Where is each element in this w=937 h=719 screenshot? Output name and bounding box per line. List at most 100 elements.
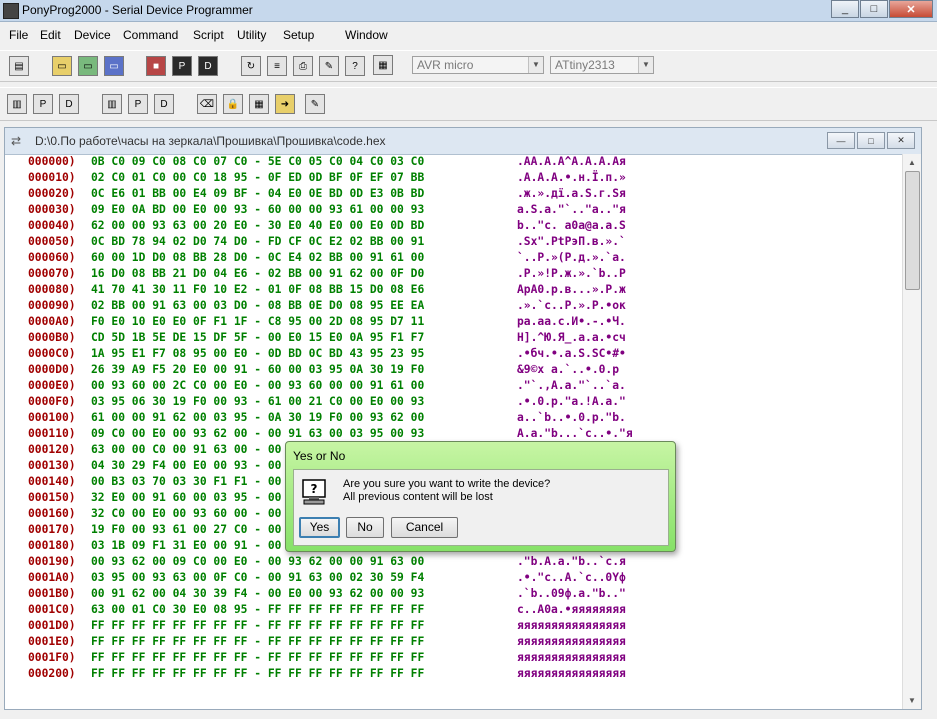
open-program-icon[interactable]: ▭ <box>78 56 98 76</box>
lock-icon[interactable]: 🔒 <box>223 94 243 114</box>
menu-device[interactable]: Device <box>74 28 111 42</box>
edit-buffer-icon[interactable]: ≡ <box>267 56 287 76</box>
hex-bytes: 60 00 1D D0 08 BB 28 D0 - 0C E4 02 BB 00… <box>91 251 425 264</box>
svg-text:?: ? <box>311 482 318 496</box>
save-icon[interactable]: ■ <box>146 56 166 76</box>
hex-bytes: 0B C0 09 C0 08 C0 07 C0 - 5E C0 05 C0 04… <box>91 155 425 168</box>
hex-addr: 0001B0) <box>28 587 76 600</box>
hex-addr: 000160) <box>28 507 76 520</box>
open-file-icon[interactable]: ▭ <box>52 56 72 76</box>
hex-ascii: b.."c. а0а@а.а.Ѕ <box>517 219 626 232</box>
config-bits-icon[interactable]: ▦ <box>249 94 269 114</box>
write-all-icon[interactable]: ▥ <box>102 94 122 114</box>
hex-bytes: 41 70 41 30 11 F0 10 E2 - 01 0F 08 BB 15… <box>91 283 425 296</box>
erase-icon[interactable]: ⌫ <box>197 94 217 114</box>
window-controls: _ □ ✕ <box>830 0 933 18</box>
save-data-icon[interactable]: D <box>198 56 218 76</box>
hex-addr: 0001D0) <box>28 619 76 632</box>
hex-addr: 0001A0) <box>28 571 76 584</box>
hex-ascii: ра.аа.с.И•.-.•Ч. <box>517 315 626 328</box>
scroll-up-icon[interactable]: ▲ <box>903 154 921 171</box>
properties-icon[interactable]: ▤ <box>9 56 29 76</box>
device-type-select[interactable]: ATtiny2313 ▼ <box>550 56 654 74</box>
menu-setup[interactable]: Setup <box>283 28 314 42</box>
hex-ascii: c..A0а.•яяяяяяяя <box>517 603 626 616</box>
menu-bar: File Edit Device Command Script Utility … <box>0 26 937 46</box>
title-bar: PonyProg2000 - Serial Device Programmer … <box>0 0 937 22</box>
doc-minimize-button[interactable]: — <box>827 132 855 149</box>
cancel-button[interactable]: Cancel <box>391 517 458 538</box>
device-family-select[interactable]: AVR micro ▼ <box>412 56 544 74</box>
document-path: D:\0.По работе\часы на зеркала\Прошивка\… <box>35 134 386 148</box>
hex-addr: 0001E0) <box>28 635 76 648</box>
dialog-warning: All previous content will be lost <box>343 491 493 503</box>
menu-command[interactable]: Command <box>123 28 178 42</box>
read-all-icon[interactable]: ▥ <box>7 94 27 114</box>
hex-ascii: ApA0.р.в...».Р.ж <box>517 283 626 296</box>
command-toolbar: ▥ P D ▥ P D ⌫ 🔒 ▦ ➜ ✎ <box>0 87 937 200</box>
write-program-icon[interactable]: P <box>128 94 148 114</box>
hex-bytes: 09 C0 00 E0 00 93 62 00 - 00 91 63 00 03… <box>91 427 425 440</box>
dialog-message: Are you sure you want to write the devic… <box>343 478 551 490</box>
help-icon[interactable]: ? <box>345 56 365 76</box>
hex-addr: 000030) <box>28 203 76 216</box>
hex-addr: 0000D0) <box>28 363 76 376</box>
yes-button[interactable]: Yes <box>299 517 340 538</box>
hex-bytes: 63 00 01 C0 30 E0 08 95 - FF FF FF FF FF… <box>91 603 425 616</box>
menu-utility[interactable]: Utility <box>237 28 266 42</box>
hex-addr: 000020) <box>28 187 76 200</box>
chip-icon: ▦ <box>373 55 393 75</box>
hex-addr: 0000E0) <box>28 379 76 392</box>
close-button[interactable]: ✕ <box>889 0 933 18</box>
hex-addr: 0001C0) <box>28 603 76 616</box>
hex-bytes: F0 E0 10 E0 E0 0F F1 1F - C8 95 00 2D 08… <box>91 315 425 328</box>
hex-addr: 000100) <box>28 411 76 424</box>
question-computer-icon: ? <box>302 479 326 505</box>
menu-window[interactable]: Window <box>345 28 388 42</box>
read-program-icon[interactable]: P <box>33 94 53 114</box>
read-data-icon[interactable]: D <box>59 94 79 114</box>
hex-addr: 000200) <box>28 667 76 680</box>
scroll-thumb[interactable] <box>905 171 920 290</box>
save-program-icon[interactable]: P <box>172 56 192 76</box>
hex-bytes: 1A 95 E1 F7 08 95 00 E0 - 0D BD 0C BD 43… <box>91 347 425 360</box>
confirm-dialog: Yes or No ? Are you sure you want to wri… <box>285 441 676 552</box>
hex-addr: 000060) <box>28 251 76 264</box>
hex-ascii: яяяяяяяяяяяяяяяя <box>517 635 626 648</box>
hex-bytes: 00 93 60 00 2C C0 00 E0 - 00 93 60 00 00… <box>91 379 425 392</box>
menu-edit[interactable]: Edit <box>40 28 61 42</box>
write-data-icon[interactable]: D <box>154 94 174 114</box>
hex-ascii: A.a."b...`c..•."я <box>517 427 633 440</box>
hex-bytes: FF FF FF FF FF FF FF FF - FF FF FF FF FF… <box>91 635 425 648</box>
doc-maximize-button[interactable]: □ <box>857 132 885 149</box>
hex-bytes: 03 95 00 93 63 00 0F C0 - 00 91 63 00 02… <box>91 571 425 584</box>
hex-bytes: FF FF FF FF FF FF FF FF - FF FF FF FF FF… <box>91 651 425 664</box>
hex-ascii: ."`.,A.а."`..`a. <box>517 379 626 392</box>
script-icon[interactable]: ✎ <box>305 94 325 114</box>
vertical-scrollbar[interactable]: ▲ ▼ <box>902 154 921 709</box>
reload-icon[interactable]: ↻ <box>241 56 261 76</box>
hex-view[interactable]: 000000) 0B C0 09 C0 08 C0 07 C0 - 5E C0 0… <box>5 154 902 709</box>
menu-script[interactable]: Script <box>193 28 224 42</box>
menu-file[interactable]: File <box>9 28 28 42</box>
hex-bytes: 0C BD 78 94 02 D0 74 D0 - FD CF 0C E2 02… <box>91 235 425 248</box>
hex-ascii: .Ѕx".РtРэП.в.».` <box>517 235 626 248</box>
minimize-button[interactable]: _ <box>831 0 859 18</box>
hex-bytes: 62 00 00 93 63 00 20 E0 - 30 E0 40 E0 00… <box>91 219 425 232</box>
hex-bytes: 16 D0 08 BB 21 D0 04 E6 - 02 BB 00 91 62… <box>91 267 425 280</box>
hex-bytes: FF FF FF FF FF FF FF FF - FF FF FF FF FF… <box>91 667 425 680</box>
doc-close-button[interactable]: ✕ <box>887 132 915 149</box>
hex-ascii: .•бч.•.а.Ѕ.ЅC•#• <box>517 347 626 360</box>
next-arrow-icon[interactable]: ➜ <box>275 94 295 114</box>
open-data-icon[interactable]: ▭ <box>104 56 124 76</box>
settings-icon[interactable]: ✎ <box>319 56 339 76</box>
print-icon[interactable]: ⎙ <box>293 56 313 76</box>
dialog-title: Yes or No <box>293 449 346 463</box>
no-button[interactable]: No <box>346 517 384 538</box>
hex-addr: 000080) <box>28 283 76 296</box>
maximize-button[interactable]: □ <box>860 0 888 18</box>
hex-addr: 000050) <box>28 235 76 248</box>
hex-addr: 000110) <box>28 427 76 440</box>
scroll-down-icon[interactable]: ▼ <box>903 692 921 709</box>
hex-ascii: ."b.A.a."b..`c.я <box>517 555 626 568</box>
